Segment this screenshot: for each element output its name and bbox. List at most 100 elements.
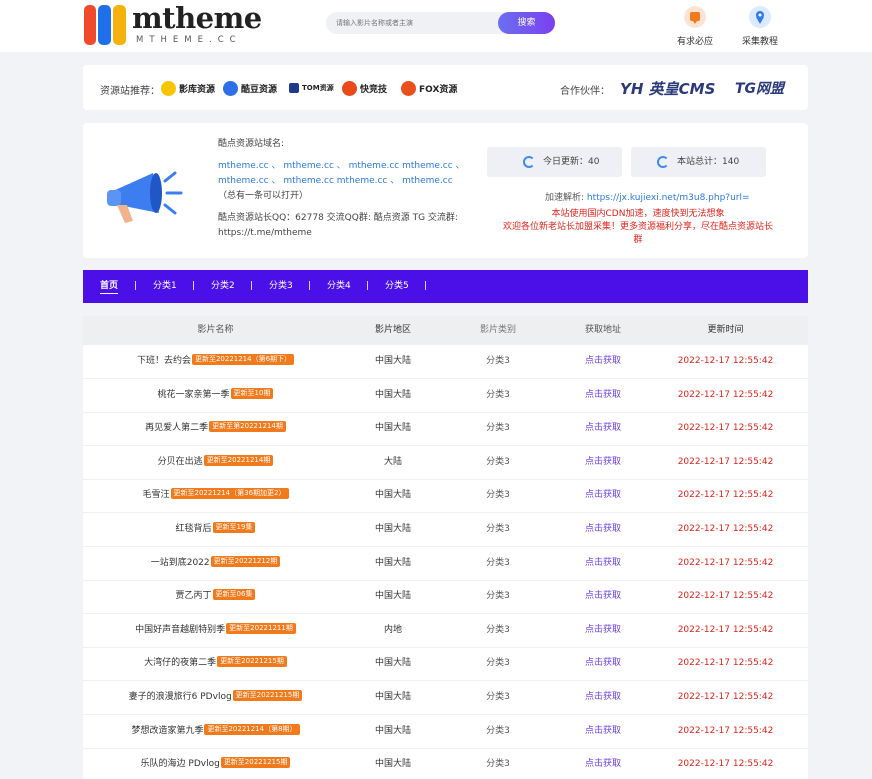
table-row: 分贝在出逃 更新至20221214期 大陆 分类3 点击获取 2022-12-17 12:… [83, 446, 808, 480]
partner-fox[interactable]: FOX资源 [401, 79, 457, 97]
category-cell: 分类3 [486, 725, 510, 736]
video-title[interactable]: 贾乙丙丁 [176, 591, 212, 601]
get-link[interactable]: 点击获取 [558, 748, 648, 779]
video-name-cell[interactable]: 梦想改造家第九季 更新至20221214（第8期） [83, 715, 348, 748]
region-cell: 中国大陆 [374, 423, 411, 434]
region-cell: 中国大陆 [374, 356, 411, 366]
header-category: 影片类别 [479, 325, 516, 335]
video-title[interactable]: 分贝在出逃 [158, 457, 203, 467]
get-link[interactable]: 点击获取 [558, 412, 648, 445]
category-cell: 分类3 [486, 524, 510, 534]
nav-separator: | [424, 281, 428, 291]
nav-separator: | [134, 281, 138, 291]
video-name-cell[interactable]: 大湾仔的夜第二季 更新至20221215期 [83, 647, 348, 680]
table-header: 影片名称 影片地区 影片类别 获取地址 更新时间 [83, 316, 808, 345]
video-title[interactable]: 妻子的浪漫旅行6 PDvlog [129, 692, 232, 702]
partner-kudou-label: 酷豆资源 [241, 84, 278, 95]
notice-text: 本站使用国内CDN加速，速度快到无法想象 欢迎各位新老站长加盟采集！更多资源福利… [503, 208, 773, 247]
video-name-cell[interactable]: 妻子的浪漫旅行6 PDvlog 更新至20221215期 [83, 681, 348, 714]
update-badge: 更新至10期 [230, 387, 274, 399]
get-link[interactable]: 点击获取 [558, 580, 648, 613]
total-stat: 本站总计：140 [631, 147, 766, 177]
update-time-cell: 2022-12-17 12:55:42 [677, 658, 774, 669]
get-link[interactable]: 点击获取 [558, 647, 648, 680]
video-name-cell[interactable]: 分贝在出逃 更新至20221214期 [83, 446, 348, 479]
nav-separator: | [308, 281, 312, 291]
get-link[interactable]: 点击获取 [558, 446, 648, 479]
video-title[interactable]: 大湾仔的夜第二季 [144, 658, 216, 668]
region-cell: 中国大陆 [374, 759, 411, 770]
nav-category-2[interactable]: 分类2 [211, 270, 235, 303]
partner-kudou[interactable]: 酷豆资源 [223, 79, 277, 97]
table-row: 桃花一家亲第一季 更新至10期 中国大陆 分类3 点击获取 2022-12-17 12:5… [83, 379, 808, 413]
video-name-cell[interactable]: 毛雪汪 更新至20221214（第36期加更2） [83, 479, 348, 512]
video-title[interactable]: 再见爱人第二季 [145, 423, 208, 433]
domain-info: 酷点资源站域名: mtheme.cc 、 mtheme.cc 、 mtheme.… [218, 137, 468, 241]
domain-list[interactable]: mtheme.cc 、 mtheme.cc 、 mtheme.cc mtheme… [218, 159, 468, 204]
partner-tom[interactable]: TOM资源 [289, 79, 334, 97]
notice-line-1: 本站使用国内CDN加速，速度快到无法想象 [551, 209, 725, 219]
update-time-cell: 2022-12-17 12:55:42 [677, 725, 774, 736]
update-time-cell: 2022-12-17 12:55:42 [677, 456, 774, 467]
site-logo[interactable]: mtheme MTHEME.CC [84, 1, 262, 47]
domain-links[interactable]: mtheme.cc 、 mtheme.cc 、 mtheme.cc mtheme… [218, 161, 465, 186]
video-name-cell[interactable]: 一站到底2022 更新至20221212期 [83, 547, 348, 580]
nav-separator: | [250, 281, 254, 291]
update-time-cell: 2022-12-17 12:55:42 [677, 490, 774, 501]
video-title[interactable]: 梦想改造家第九季 [131, 726, 203, 736]
category-cell: 分类3 [486, 624, 510, 635]
partner-yingku[interactable]: 影库资源 [161, 79, 215, 97]
nav-category-4[interactable]: 分类4 [327, 270, 351, 303]
video-title[interactable]: 乐队的海边 PDvlog [141, 759, 220, 769]
kuaijingji-icon [342, 80, 357, 96]
table-row: 中国好声音越剧特别季 更新至20221211期 内地 分类3 点击获取 2022-12-1… [83, 614, 808, 648]
update-badge: 更新至20221214（第8期） [204, 723, 300, 735]
video-name-cell[interactable]: 桃花一家亲第一季 更新至10期 [83, 379, 348, 412]
video-name-cell[interactable]: 红毯背后 更新至19集 [83, 513, 348, 546]
header-time: 更新时间 [707, 325, 744, 335]
search-input[interactable] [326, 12, 526, 34]
get-link[interactable]: 点击获取 [558, 715, 648, 748]
video-name-cell[interactable]: 中国好声音越剧特别季 更新至20221211期 [83, 614, 348, 647]
video-title[interactable]: 下班！去约会 [137, 356, 191, 366]
nav-home[interactable]: 首页 [100, 270, 119, 303]
tutorial-link[interactable]: 采集教程 [735, 6, 785, 48]
tutorial-icon [749, 6, 771, 28]
partner-tg[interactable]: TG网盟 [735, 78, 784, 98]
fox-icon [401, 80, 416, 96]
update-badge: 更新至20221215期 [232, 690, 303, 701]
nav-category-5[interactable]: 分类5 [385, 270, 409, 303]
get-link[interactable]: 点击获取 [558, 547, 648, 580]
video-title[interactable]: 中国好声音越剧特别季 [135, 625, 225, 635]
video-title[interactable]: 桃花一家亲第一季 [158, 390, 230, 400]
nav-category-3[interactable]: 分类3 [269, 270, 293, 303]
video-name-cell[interactable]: 贾乙丙丁 更新至06集 [83, 580, 348, 613]
table-row: 下班！去约会 更新至20221214（第6期下） 中国大陆 分类3 点击获取 2022-1… [83, 345, 808, 379]
request-link[interactable]: 有求必应 [670, 6, 720, 48]
search-button[interactable]: 搜索 [498, 12, 555, 34]
parse-url-link[interactable]: https://jx.kujiexi.net/m3u8.php?url= [587, 193, 750, 203]
video-name-cell[interactable]: 下班！去约会 更新至20221214（第6期下） [83, 345, 348, 378]
nav-category-1[interactable]: 分类1 [153, 270, 177, 303]
update-time-cell: 2022-12-17 12:55:42 [677, 524, 774, 534]
partner-kuaijingji[interactable]: 快竞技 [342, 79, 387, 97]
partner-fox-label: FOX资源 [419, 84, 458, 95]
region-cell: 内地 [383, 624, 402, 635]
video-title[interactable]: 红毯背后 [176, 524, 212, 534]
get-link[interactable]: 点击获取 [558, 479, 648, 512]
get-link[interactable]: 点击获取 [558, 513, 648, 546]
video-name-cell[interactable]: 乐队的海边 PDvlog 更新至20221215期 [83, 748, 348, 779]
partner-yhcms[interactable]: YH 英皇CMS [620, 78, 715, 99]
get-link[interactable]: 点击获取 [558, 681, 648, 714]
get-link[interactable]: 点击获取 [558, 379, 648, 412]
partner-kuaijingji-label: 快竞技 [360, 84, 388, 95]
get-link[interactable]: 点击获取 [558, 614, 648, 647]
category-cell: 分类3 [486, 591, 510, 602]
video-title[interactable]: 一站到底2022 [151, 558, 210, 568]
video-title[interactable]: 毛雪汪 [142, 490, 169, 500]
get-link[interactable]: 点击获取 [558, 345, 648, 378]
video-name-cell[interactable]: 再见爱人第二季 更新至第20221214期 [83, 412, 348, 445]
update-badge: 更新至20221214期 [203, 454, 274, 466]
update-badge: 更新至第20221214期 [209, 421, 286, 433]
update-time-cell: 2022-12-17 12:55:42 [677, 356, 774, 366]
